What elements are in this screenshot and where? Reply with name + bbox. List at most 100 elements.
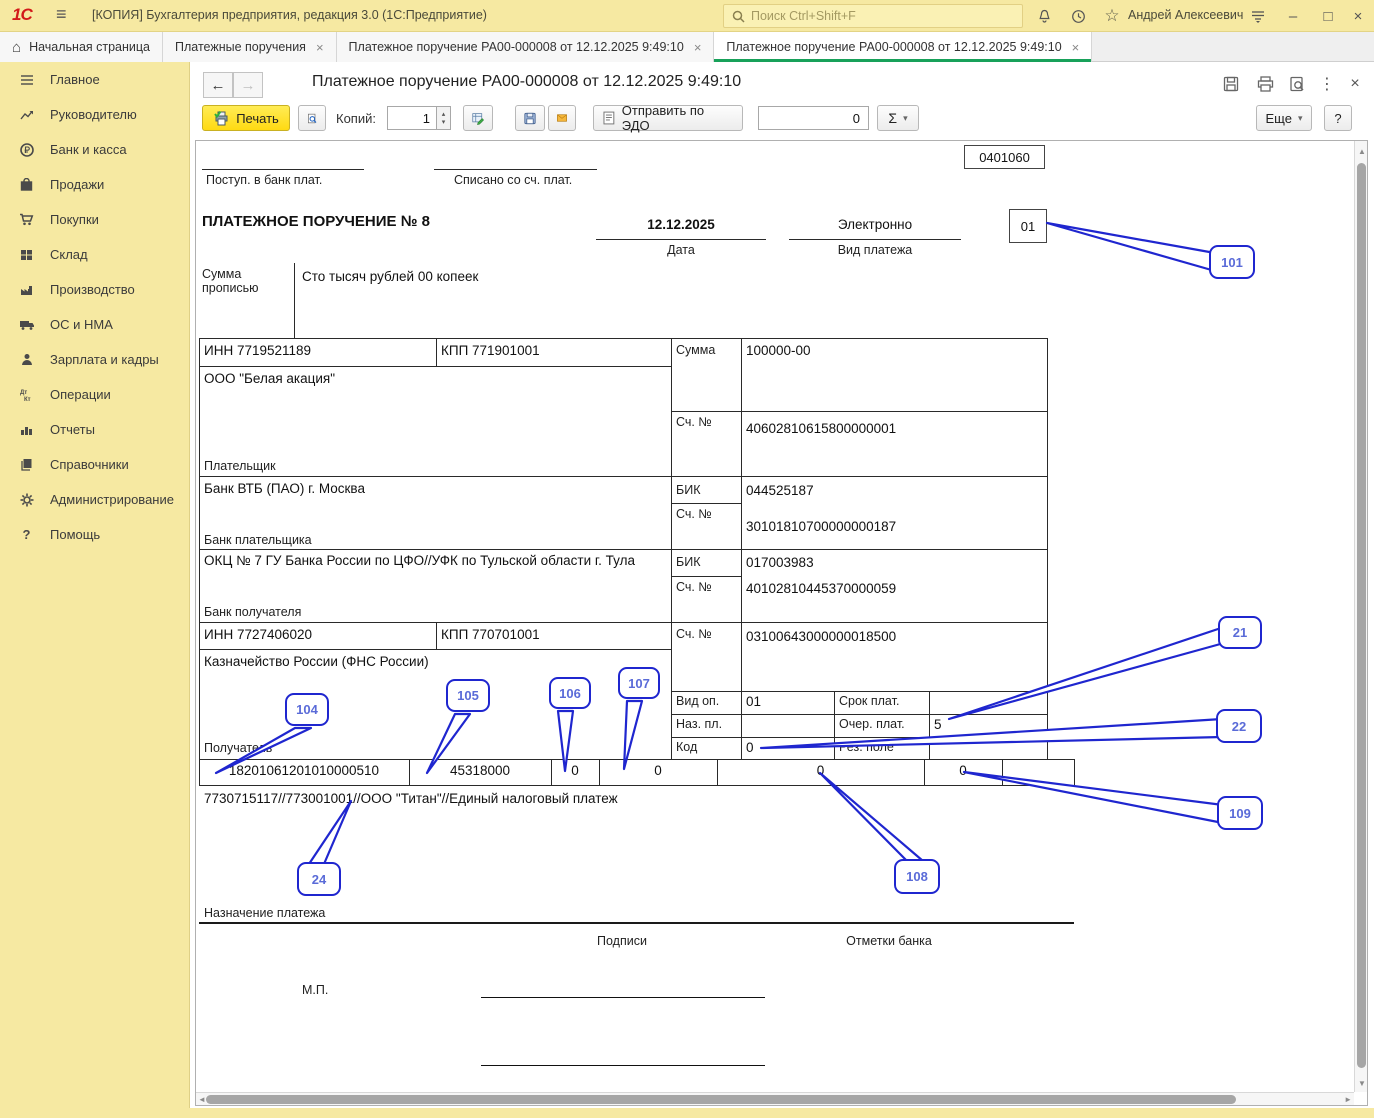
vertical-scrollbar[interactable]: ▲ ▼ — [1354, 141, 1367, 1092]
tab-payment-order-1[interactable]: Платежное поручение РА00-000008 от 12.12… — [336, 32, 715, 62]
forward-button[interactable]: → — [233, 72, 263, 98]
print-button[interactable]: Печать — [202, 105, 290, 131]
edit-form-button[interactable] — [463, 105, 493, 131]
favorites-star-icon[interactable]: ☆ — [1100, 5, 1124, 27]
sidebar-item-os-nma[interactable]: ОС и НМА — [0, 307, 189, 342]
close-document-icon[interactable]: × — [1342, 72, 1368, 96]
maximize-button[interactable]: □ — [1316, 5, 1340, 27]
tab-close-icon[interactable]: × — [1072, 40, 1080, 55]
form-title: ПЛАТЕЖНОЕ ПОРУЧЕНИЕ № 8 — [202, 213, 430, 230]
edo-label: Отправить по ЭДО — [621, 103, 705, 133]
sidebar-item-main[interactable]: Главное — [0, 62, 189, 97]
caret-down-icon: ▾ — [903, 112, 908, 123]
factory-icon — [18, 282, 35, 297]
receiver-name: Казначейство России (ФНС России) — [204, 654, 429, 669]
sidebar-item-bank-cash[interactable]: Банк и касса — [0, 132, 189, 167]
sum-value: 100000-00 — [746, 343, 811, 358]
ocher-plat-value: 5 — [934, 717, 942, 732]
print-icon[interactable] — [1252, 72, 1278, 96]
more-dots-icon[interactable]: ⋮ — [1314, 72, 1340, 96]
grid-boxes-icon — [18, 247, 35, 262]
sidebar-item-help[interactable]: ? Помощь — [0, 517, 189, 552]
close-window-button[interactable]: × — [1346, 5, 1370, 27]
leader-106 — [556, 709, 575, 773]
callout-22: 22 — [1216, 709, 1262, 743]
tab-close-icon[interactable]: × — [316, 40, 324, 55]
sidebar-item-operations[interactable]: Дт Кт Операции — [0, 377, 189, 412]
save-icon[interactable] — [1218, 72, 1244, 96]
notifications-bell-icon[interactable] — [1032, 5, 1056, 27]
vertical-scrollbar-thumb[interactable] — [1357, 163, 1366, 1068]
amount-words-value: Сто тысяч рублей 00 копеек — [302, 269, 479, 284]
sidebar-item-administration[interactable]: Администрирование — [0, 482, 189, 517]
receiver-bank-acc-label: Сч. № — [676, 580, 712, 594]
envelope-icon — [557, 114, 567, 122]
tab-bar: ⌂ Начальная страница Платежные поручения… — [0, 32, 1374, 62]
scroll-right-icon[interactable]: ► — [1344, 1095, 1352, 1104]
payer-bank-acc-label: Сч. № — [676, 507, 712, 521]
field-107: 0 — [654, 763, 662, 778]
kod-label: Код — [676, 740, 698, 754]
question-icon: ? — [22, 527, 31, 542]
panel-settings-icon[interactable] — [1246, 5, 1270, 27]
stepper-down-icon[interactable]: ▾ — [442, 118, 446, 126]
callout-105: 105 — [446, 679, 490, 712]
scroll-down-icon[interactable]: ▼ — [1358, 1079, 1366, 1088]
form-canvas: Поступ. в банк плат. Списано со сч. плат… — [196, 141, 1354, 1092]
field-postup-label: Поступ. в банк плат. — [206, 173, 323, 187]
document-title: Платежное поручение РА00-000008 от 12.12… — [312, 73, 742, 90]
sidebar-item-reports[interactable]: Отчеты — [0, 412, 189, 447]
send-edo-button[interactable]: Отправить по ЭДО — [593, 103, 743, 133]
sidebar-item-warehouse[interactable]: Склад — [0, 237, 189, 272]
callout-108: 108 — [894, 859, 940, 894]
copies-stepper[interactable]: ▴ ▾ — [437, 106, 451, 130]
print-preview-button[interactable] — [298, 105, 326, 131]
sidebar-label: Покупки — [50, 212, 99, 227]
sidebar-item-sales[interactable]: Продажи — [0, 167, 189, 202]
sidebar-item-purchases[interactable]: Покупки — [0, 202, 189, 237]
rez-pole-label: Рез. поле — [839, 740, 894, 754]
tab-close-icon[interactable]: × — [694, 40, 702, 55]
scroll-up-icon[interactable]: ▲ — [1358, 147, 1366, 156]
callout-109: 109 — [1217, 796, 1263, 830]
save-button[interactable] — [515, 105, 545, 131]
preview-icon[interactable] — [1284, 72, 1310, 96]
sidebar-item-salary-hr[interactable]: Зарплата и кадры — [0, 342, 189, 377]
user-menu[interactable]: Андрей Алексеевич — [1128, 8, 1243, 22]
main-menu-icon[interactable]: ≡ — [56, 4, 67, 25]
sigma-button[interactable]: Σ ▾ — [877, 105, 919, 131]
stepper-up-icon[interactable]: ▴ — [442, 110, 446, 118]
leader-21 — [947, 625, 1226, 721]
sidebar-item-directories[interactable]: Справочники — [0, 447, 189, 482]
callout-106: 106 — [549, 677, 591, 709]
svg-text:Кт: Кт — [24, 397, 31, 402]
truck-icon — [18, 317, 35, 332]
horizontal-scrollbar[interactable]: ◄ ► — [196, 1092, 1354, 1105]
search-input[interactable]: Поиск Ctrl+Shift+F — [723, 4, 1023, 28]
naz-pl-label: Наз. пл. — [676, 717, 723, 731]
email-button[interactable] — [548, 105, 576, 131]
field-108: 0 — [816, 763, 825, 778]
callout-104: 104 — [285, 693, 329, 726]
sidebar-item-manager[interactable]: Руководителю — [0, 97, 189, 132]
sum-field[interactable]: 0 — [758, 106, 869, 130]
history-icon[interactable] — [1066, 5, 1090, 27]
payer-acc: 40602810615800000001 — [746, 421, 897, 436]
tab-home[interactable]: ⌂ Начальная страница — [0, 32, 164, 62]
sidebar-item-production[interactable]: Производство — [0, 272, 189, 307]
horizontal-scrollbar-thumb[interactable] — [206, 1095, 1236, 1104]
back-button[interactable]: ← — [203, 72, 233, 98]
copies-label: Копий: — [336, 111, 376, 126]
tab-payment-orders-list[interactable]: Платежные поручения × — [163, 32, 337, 62]
payer-bank-bik: 044525187 — [746, 483, 814, 498]
svg-text:Дт: Дт — [20, 390, 27, 396]
person-icon — [18, 352, 35, 367]
copies-input[interactable]: 1 — [387, 106, 437, 130]
help-button[interactable]: ? — [1324, 105, 1352, 131]
search-icon — [732, 10, 745, 23]
preview-doc-icon — [308, 113, 317, 123]
scroll-left-icon[interactable]: ◄ — [198, 1095, 206, 1104]
more-button[interactable]: Еще ▾ — [1256, 105, 1312, 131]
minimize-button[interactable]: – — [1281, 5, 1305, 27]
tab-payment-order-2-active[interactable]: Платежное поручение РА00-000008 от 12.12… — [714, 32, 1093, 62]
